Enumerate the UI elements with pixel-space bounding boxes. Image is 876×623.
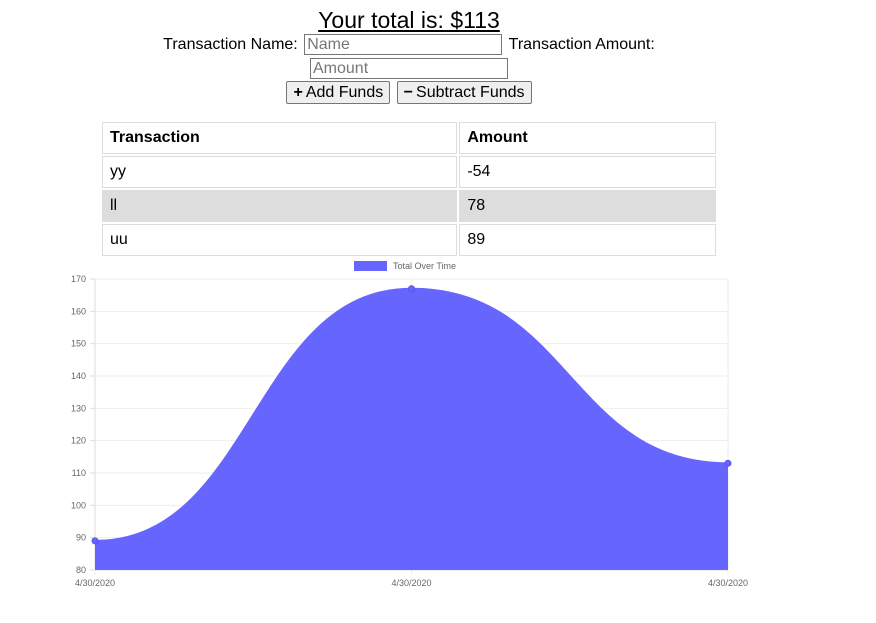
table-row: yy -54 [102,156,716,188]
y-tick-label: 140 [71,371,86,381]
data-point[interactable] [724,459,732,467]
add-funds-label: Add Funds [305,83,384,101]
transaction-amount-cell: -54 [459,156,716,188]
series-area-fill [95,288,728,570]
transaction-name-label: Transaction Name: [163,35,298,53]
transaction-amount-cell: 78 [459,190,716,222]
y-tick-label: 120 [71,436,86,446]
chart-legend: Total Over Time [354,261,456,271]
add-funds-button[interactable]: + Add Funds [286,81,391,104]
column-header-amount: Amount [459,122,716,154]
transaction-name-cell: ll [102,190,458,222]
transaction-amount-input[interactable] [310,58,508,79]
x-tick-label: 4/30/2020 [708,578,748,588]
minus-icon: − [403,83,414,101]
data-point[interactable] [408,285,415,293]
column-header-transaction: Transaction [102,122,458,154]
transaction-name-input[interactable] [304,34,503,55]
table-row: ll 78 [102,190,716,222]
x-tick-label: 4/30/2020 [75,578,115,588]
total-heading: Your total is: $113 [318,7,500,33]
legend-swatch [354,261,387,271]
y-tick-label: 90 [76,533,86,543]
transaction-amount-label: Transaction Amount: [508,35,655,53]
subtract-funds-label: Subtract Funds [416,83,525,101]
transaction-name-cell: yy [102,156,458,188]
y-tick-label: 170 [71,274,86,284]
y-tick-label: 130 [71,403,86,413]
transactions-table: Transaction Amount yy -54 ll 78 uu 89 [100,120,718,258]
y-tick-label: 150 [71,339,86,349]
plus-icon: + [293,83,303,101]
y-tick-label: 80 [76,565,86,575]
y-tick-label: 160 [71,306,86,316]
x-tick-label: 4/30/2020 [391,578,431,588]
legend-label[interactable]: Total Over Time [393,261,456,271]
total-over-time-chart: 8090100110120130140150160170 4/30/2020 4/… [71,261,748,588]
chart-y-ticks: 80 90 100 110 120 130 140 150 160 170 [71,274,86,575]
form-row-2 [0,58,818,82]
chart-x-ticks: 4/30/2020 4/30/2020 4/30/2020 [75,578,748,588]
y-tick-label: 110 [72,468,86,478]
app-root: Your total is: $113 Transaction Name: Tr… [0,0,876,623]
y-tick-label: 100 [71,500,86,510]
subtract-funds-button[interactable]: − Subtract Funds [396,81,532,104]
form-row-3: + Add Funds − Subtract Funds [0,81,818,105]
data-point[interactable] [91,537,99,545]
chart-area-layer [94,287,729,570]
table-header-row: Transaction Amount [102,122,716,154]
form-row-1: Transaction Name: Transaction Amount: [0,34,818,58]
